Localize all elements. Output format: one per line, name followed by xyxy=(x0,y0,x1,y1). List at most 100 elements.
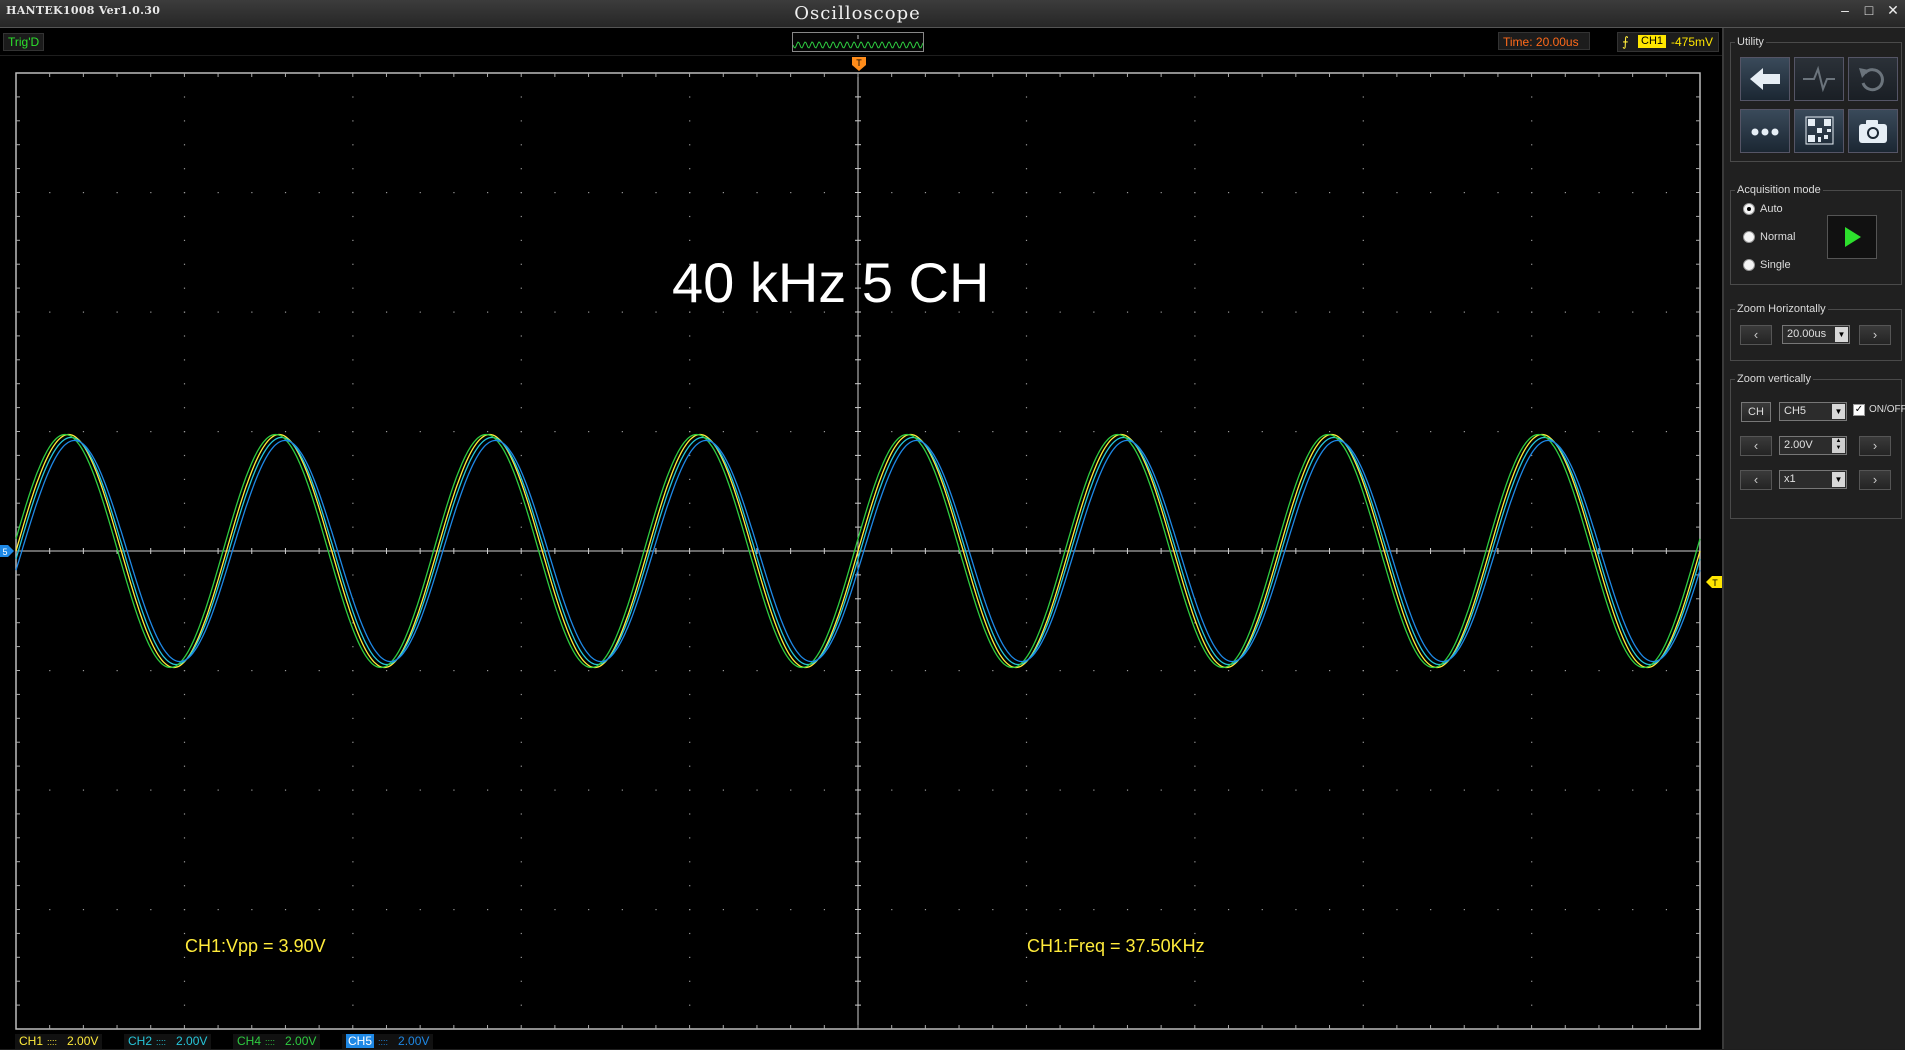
more-button[interactable] xyxy=(1740,109,1790,153)
probe-select[interactable]: x1 ▼ xyxy=(1779,470,1847,489)
grid-dot xyxy=(284,909,287,911)
grid-dot xyxy=(1665,192,1668,194)
grid-dot xyxy=(1093,789,1095,791)
channel-ch5[interactable]: CH5:::: 2.00V xyxy=(342,1034,434,1049)
grid-dot xyxy=(183,120,186,122)
grid-dot xyxy=(183,789,186,791)
grid-dot xyxy=(183,454,186,457)
grid-dot xyxy=(992,909,994,911)
grid-dot xyxy=(689,670,691,672)
grid-dot xyxy=(150,192,152,194)
zoom-h-decrease-button[interactable]: ‹ xyxy=(1740,325,1772,345)
screenshot-button[interactable] xyxy=(1848,109,1898,153)
grid-dot xyxy=(1362,932,1364,935)
grid-dot xyxy=(487,311,489,313)
grid-dot xyxy=(1362,287,1364,289)
waveform-button[interactable] xyxy=(1794,57,1844,101)
scope-display[interactable]: T 5 T 40 kHz 5 CH CH1:Vpp = 3.90V CH1:Fr… xyxy=(0,56,1722,1049)
grid-dot xyxy=(554,670,556,672)
grid-dot xyxy=(689,909,691,911)
trigger-info[interactable]: ⨍ CH1 -475mV xyxy=(1617,32,1719,52)
zoom-v-increase-button[interactable]: › xyxy=(1859,436,1891,456)
grid-dot xyxy=(823,789,826,791)
channel-ground-marker[interactable]: 5 xyxy=(0,545,14,557)
grid-dot xyxy=(1194,741,1196,743)
maximize-button[interactable]: □ xyxy=(1858,1,1880,21)
radio-normal[interactable]: Normal xyxy=(1743,231,1795,244)
zoom-v-decrease-button[interactable]: ‹ xyxy=(1740,436,1772,456)
grid-dot xyxy=(520,717,522,719)
trigger-preview[interactable] xyxy=(792,32,924,52)
zoom-h-increase-button[interactable]: › xyxy=(1859,325,1891,345)
channel-name: CH4 xyxy=(237,1034,262,1048)
grid-dot xyxy=(1025,478,1028,480)
channel-ch4[interactable]: CH4:::: 2.00V xyxy=(233,1034,321,1049)
grid-dot xyxy=(251,789,253,791)
grid-dot xyxy=(419,789,421,791)
title-bar: HANTEK1008 Ver1.0.30 Oscilloscope – □ ✕ xyxy=(0,0,1905,28)
trigger-level-marker[interactable]: T xyxy=(1706,576,1722,588)
control-panel: Utility Acquisition mode Auto Normal Sin… xyxy=(1722,28,1905,1049)
grid-dot xyxy=(183,646,186,648)
grid-dot xyxy=(183,502,186,504)
grid-dot xyxy=(1025,622,1028,624)
grid-dot xyxy=(1531,646,1533,648)
grid-dot xyxy=(1025,335,1028,337)
grid-dot xyxy=(689,526,691,528)
grid-dot xyxy=(1362,741,1364,743)
trigger-position-marker[interactable]: T xyxy=(852,57,866,71)
grid-dot xyxy=(756,909,758,911)
grid-dot xyxy=(352,168,354,170)
grid-dot xyxy=(150,789,152,791)
radio-auto[interactable]: Auto xyxy=(1743,203,1783,216)
grid-dot xyxy=(217,909,219,911)
minimize-button[interactable]: – xyxy=(1834,1,1856,21)
channel-onoff-checkbox[interactable]: ✓ xyxy=(1853,404,1865,416)
grid-dot xyxy=(1531,239,1533,241)
grid-dot xyxy=(1531,263,1533,265)
grid-dot xyxy=(1362,263,1364,265)
grid-dot xyxy=(823,909,826,911)
grid-dot xyxy=(183,287,186,289)
time-per-div-select[interactable]: 20.00us ▼ xyxy=(1782,325,1850,344)
back-button[interactable] xyxy=(1740,57,1790,101)
grid-dot xyxy=(1564,192,1566,194)
grid-dot xyxy=(689,335,691,337)
radio-single[interactable]: Single xyxy=(1743,259,1791,272)
probe-increase-button[interactable]: › xyxy=(1859,470,1891,490)
grid-dot xyxy=(251,909,253,911)
grid-dot xyxy=(1093,192,1095,194)
grid-dot xyxy=(655,192,657,194)
grid-dot xyxy=(183,693,186,696)
grid-dot xyxy=(1194,980,1196,982)
grid-dot xyxy=(1295,192,1297,194)
grid-dot xyxy=(1497,192,1499,194)
run-button[interactable] xyxy=(1827,215,1877,259)
grid-dot xyxy=(1059,431,1061,433)
channel-select[interactable]: CH5 ▼ xyxy=(1779,402,1847,421)
channel-ch2[interactable]: CH2:::: 2.00V xyxy=(124,1034,212,1049)
grid-dot xyxy=(318,311,320,313)
grid-dot xyxy=(1261,311,1263,313)
grid-dot xyxy=(756,789,758,791)
channel-ch1[interactable]: CH1:::: 2.00V xyxy=(15,1034,103,1049)
probe-decrease-button[interactable]: ‹ xyxy=(1740,470,1772,490)
grid-dot xyxy=(1160,311,1162,313)
grid-dot xyxy=(1025,263,1028,265)
grid-dot xyxy=(520,693,522,696)
grid-dot xyxy=(352,956,354,958)
grid-dot xyxy=(1194,502,1196,504)
grid-dot xyxy=(318,789,320,791)
waveform-screen[interactable]: T 5 T xyxy=(0,56,1722,1049)
grid-dot xyxy=(1025,454,1028,457)
close-button[interactable]: ✕ xyxy=(1882,1,1904,21)
undo-button[interactable] xyxy=(1848,57,1898,101)
grid-dot xyxy=(1295,670,1297,672)
grid-dot xyxy=(82,909,85,911)
channel-button[interactable]: CH xyxy=(1741,402,1771,422)
grid-dot xyxy=(520,885,522,887)
qr-code-button[interactable] xyxy=(1794,109,1844,153)
volts-per-div-spinner[interactable]: 2.00V ▲ ▼ xyxy=(1779,436,1847,455)
grid-dot xyxy=(722,670,724,672)
grid-dot xyxy=(1329,670,1331,672)
